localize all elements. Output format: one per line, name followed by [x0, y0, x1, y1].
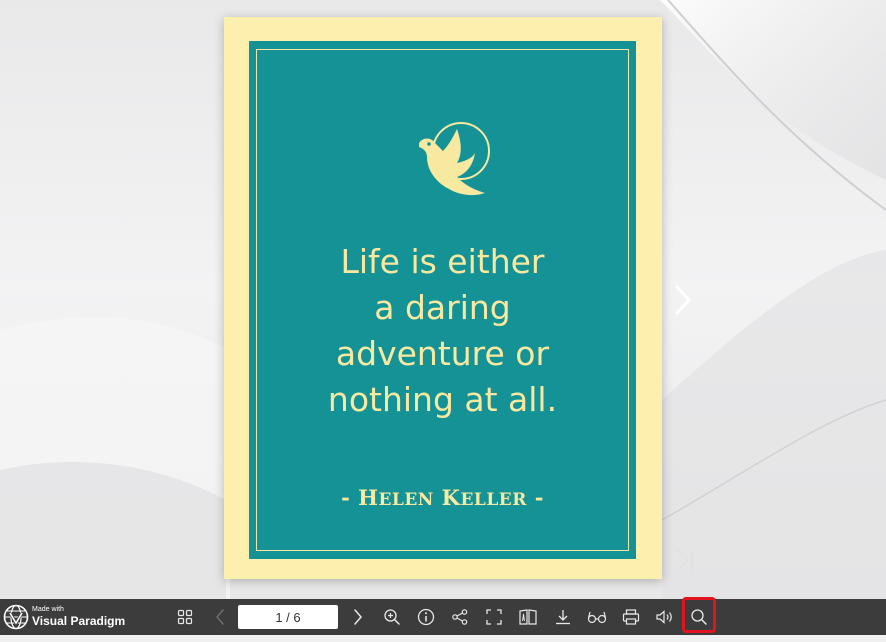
dove-icon [419, 122, 490, 196]
author-last-initial: K [441, 485, 461, 510]
sound-icon [656, 610, 672, 624]
print-button[interactable] [619, 605, 643, 629]
quote-line: a daring [374, 288, 511, 327]
fullscreen-icon [486, 609, 502, 625]
quote-author: - HELEN KELLER - [249, 485, 636, 510]
bottom-toolbar: Made with Visual Paradigm [0, 597, 886, 635]
single-page-button[interactable] [516, 605, 540, 629]
flipbook-page: Life is either a daring adventure or not… [224, 17, 662, 579]
prev-page-icon [216, 609, 224, 625]
logo-name: Visual Paradigm [32, 614, 126, 628]
next-page-button[interactable] [346, 605, 370, 629]
chevron-right-icon [675, 285, 691, 315]
bottom-strip [0, 635, 886, 642]
zoom-in-button[interactable] [380, 605, 404, 629]
author-first-rest: ELEN [378, 490, 434, 510]
logo-text: Made with Visual Paradigm [32, 605, 125, 628]
author-dash-right: - [526, 485, 544, 510]
download-button[interactable] [551, 605, 575, 629]
quote-line: Life is either [340, 242, 545, 281]
author-dash-left: - [341, 485, 359, 510]
quote-text: Life is either a daring adventure or not… [249, 239, 636, 423]
print-icon [622, 609, 640, 625]
author-first-initial: H [358, 485, 379, 510]
quote-line: adventure or [335, 334, 550, 373]
reader-mode-button[interactable] [585, 605, 609, 629]
last-page-arrow[interactable] [673, 548, 697, 574]
quote-card: Life is either a daring adventure or not… [249, 41, 636, 559]
next-page-icon [354, 609, 362, 625]
quote-line: nothing at all. [327, 380, 558, 419]
globe-logo-icon [3, 604, 29, 630]
next-page-arrow[interactable] [671, 284, 695, 316]
info-button[interactable] [414, 605, 438, 629]
author-last-rest: ELLER [460, 490, 527, 510]
download-icon [556, 610, 570, 625]
search-button[interactable] [687, 605, 711, 629]
fullscreen-button[interactable] [482, 605, 506, 629]
search-icon [691, 609, 707, 625]
prev-page-button[interactable] [208, 605, 232, 629]
thumbnails-icon [177, 609, 193, 625]
zoom-in-icon [384, 609, 400, 625]
chevron-last-icon [676, 549, 694, 573]
logo-made-with: Made with [32, 606, 64, 613]
single-page-icon [519, 609, 537, 625]
share-icon [452, 609, 468, 625]
visual-paradigm-logo[interactable]: Made with Visual Paradigm [3, 602, 125, 632]
info-icon [417, 608, 435, 626]
page-number-input[interactable] [238, 605, 338, 629]
thumbnails-button[interactable] [173, 605, 197, 629]
reader-glasses-icon [587, 611, 607, 624]
sound-button[interactable] [653, 605, 677, 629]
share-button[interactable] [448, 605, 472, 629]
